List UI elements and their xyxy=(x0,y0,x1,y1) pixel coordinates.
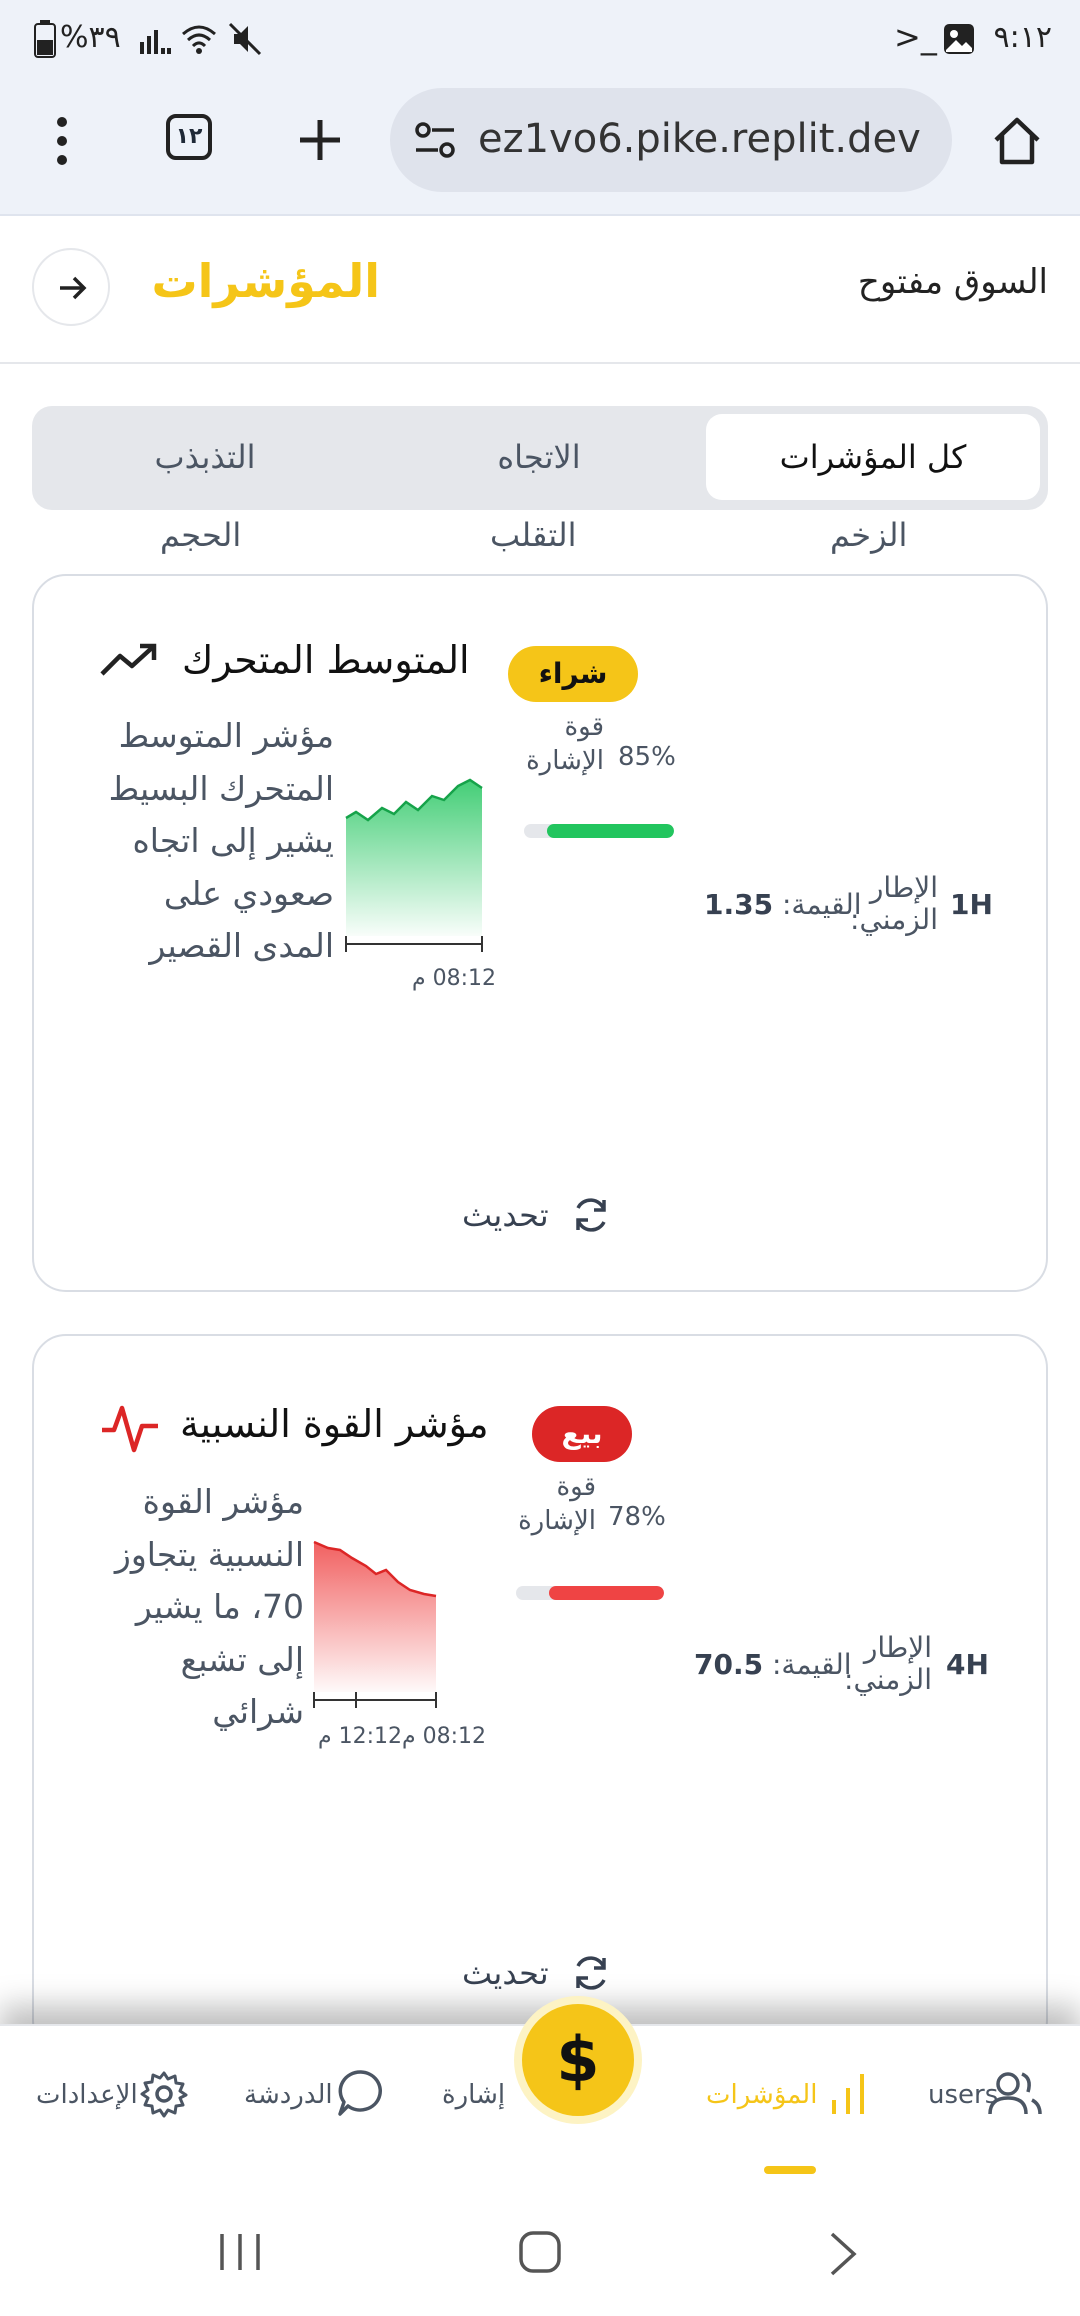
indicator-value: القيمة: 70.5 xyxy=(694,1648,852,1681)
signal-strength-bar xyxy=(516,1586,664,1600)
tab-oscillation[interactable]: التذبذب xyxy=(38,414,372,500)
indicator-description: مؤشر المتوسط المتحرك البسيط يشير إلى اتج… xyxy=(108,716,334,965)
mute-icon xyxy=(228,22,262,56)
nav-settings[interactable]: الإعدادات xyxy=(36,2066,196,2146)
signal-badge: بيع xyxy=(532,1406,632,1462)
chart-time-label: 08:12 م xyxy=(402,1724,487,1749)
mini-chart xyxy=(313,1540,437,1708)
app-header: المؤشرات السوق مفتوح xyxy=(0,218,1080,364)
browser-toolbar: ez1vo6.pike.replit.dev ١٢ xyxy=(0,80,1080,216)
chat-icon xyxy=(338,2070,382,2116)
refresh-icon xyxy=(576,1198,606,1232)
nav-active-indicator xyxy=(764,2166,816,2174)
badge-label: شراء xyxy=(538,657,608,690)
tab-momentum[interactable]: الزخم xyxy=(830,516,907,554)
signal-badge: شراء xyxy=(508,646,638,702)
tab-all-indicators[interactable]: كل المؤشرات xyxy=(706,414,1040,500)
trending-up-icon xyxy=(100,643,157,676)
timeframe-value: 4H xyxy=(946,1648,989,1681)
back-button[interactable] xyxy=(32,248,110,326)
nav-users[interactable]: users xyxy=(920,2066,1050,2146)
indicator-card: مؤشر القوة النسبية بيع مؤشر القوة النسبي… xyxy=(32,1334,1048,2054)
nav-signal[interactable]: إشارة xyxy=(442,2080,505,2110)
battery-icon xyxy=(34,20,56,58)
page-title: المؤشرات xyxy=(151,254,380,308)
refresh-button[interactable]: تحديث xyxy=(462,1954,606,1992)
signal-strength-fill xyxy=(548,1586,664,1600)
badge-label: بيع xyxy=(561,1417,603,1450)
nav-users-label: users xyxy=(928,2080,999,2110)
market-status: السوق مفتوح xyxy=(857,262,1048,302)
back-nav-icon[interactable] xyxy=(828,2230,858,2278)
tab-switcher-button[interactable]: ١٢ xyxy=(166,114,212,160)
indicator-card: المتوسط المتحرك شراء مؤشر المتوسط المتحر… xyxy=(32,574,1048,1292)
system-navigation xyxy=(0,2190,1080,2316)
mini-chart xyxy=(345,778,483,952)
nav-indicators[interactable]: المؤشرات xyxy=(700,2066,870,2174)
tab-volume[interactable]: الحجم xyxy=(160,516,241,554)
signal-strength-percent: 78% xyxy=(608,1502,666,1532)
signal-strength-fill xyxy=(546,824,674,838)
value-number: 70.5 xyxy=(694,1648,764,1681)
nav-chat[interactable]: الدردشة xyxy=(244,2066,394,2146)
nav-chat-label: الدردشة xyxy=(244,2080,333,2110)
url-bar[interactable]: ez1vo6.pike.replit.dev xyxy=(390,88,952,192)
value-label: القيمة: xyxy=(772,1648,852,1681)
indicator-value: القيمة: 1.35 xyxy=(704,888,862,921)
indicator-title: المتوسط المتحرك xyxy=(182,638,470,682)
battery-percent: %٣٩ xyxy=(60,20,121,55)
signal-fab-button[interactable]: $ xyxy=(514,1996,642,2124)
home-button-icon[interactable] xyxy=(518,2230,562,2274)
gear-icon xyxy=(140,2071,188,2118)
home-icon[interactable] xyxy=(990,114,1044,168)
gallery-icon xyxy=(944,24,974,54)
nav-settings-label: الإعدادات xyxy=(36,2080,138,2110)
timeframe-value: 1H xyxy=(950,888,993,921)
signal-strength-label: قوة الإشارة xyxy=(526,712,604,776)
status-bar: ٩:١٢ >_ %٣٩ xyxy=(0,0,1080,80)
nav-indicators-label: المؤشرات xyxy=(706,2080,818,2110)
dollar-icon: $ xyxy=(556,2023,600,2096)
status-time: ٩:١٢ xyxy=(993,20,1052,55)
value-number: 1.35 xyxy=(704,888,774,921)
recent-apps-icon[interactable] xyxy=(218,2232,262,2272)
menu-icon[interactable] xyxy=(54,116,70,166)
new-tab-icon[interactable] xyxy=(296,116,344,164)
arrow-right-icon xyxy=(60,276,87,300)
timeframe-label: الإطار الزمني: xyxy=(850,871,938,936)
tab-trend[interactable]: الاتجاه xyxy=(372,414,706,500)
indicator-title: مؤشر القوة النسبية xyxy=(180,1402,489,1446)
timeframe-label: الإطار الزمني: xyxy=(844,1631,932,1696)
indicator-tabs: كل المؤشرات الاتجاه التذبذب xyxy=(32,406,1048,510)
refresh-label: تحديث xyxy=(462,1954,549,1992)
signal-icon xyxy=(140,30,171,54)
site-settings-icon[interactable] xyxy=(414,120,456,160)
tab-count: ١٢ xyxy=(175,124,203,149)
chart-time-label: 12:12 م xyxy=(318,1724,403,1749)
bar-chart-icon xyxy=(832,2074,864,2114)
signal-strength-percent: 85% xyxy=(618,742,676,772)
url-text: ez1vo6.pike.replit.dev xyxy=(478,116,921,162)
refresh-button[interactable]: تحديث xyxy=(462,1196,606,1234)
activity-icon xyxy=(102,1405,158,1453)
signal-strength-label: قوة الإشارة xyxy=(518,1472,596,1536)
tab-volatility[interactable]: التقلب xyxy=(490,516,577,554)
terminal-icon: >_ xyxy=(894,18,937,56)
refresh-icon xyxy=(576,1956,606,1990)
chart-time-label: 08:12 م xyxy=(412,966,497,991)
wifi-icon xyxy=(182,25,216,54)
signal-strength-bar xyxy=(524,824,674,838)
indicator-description: مؤشر القوة النسبية يتجاوز 70، ما يشير إل… xyxy=(114,1482,304,1731)
refresh-label: تحديث xyxy=(462,1196,549,1234)
